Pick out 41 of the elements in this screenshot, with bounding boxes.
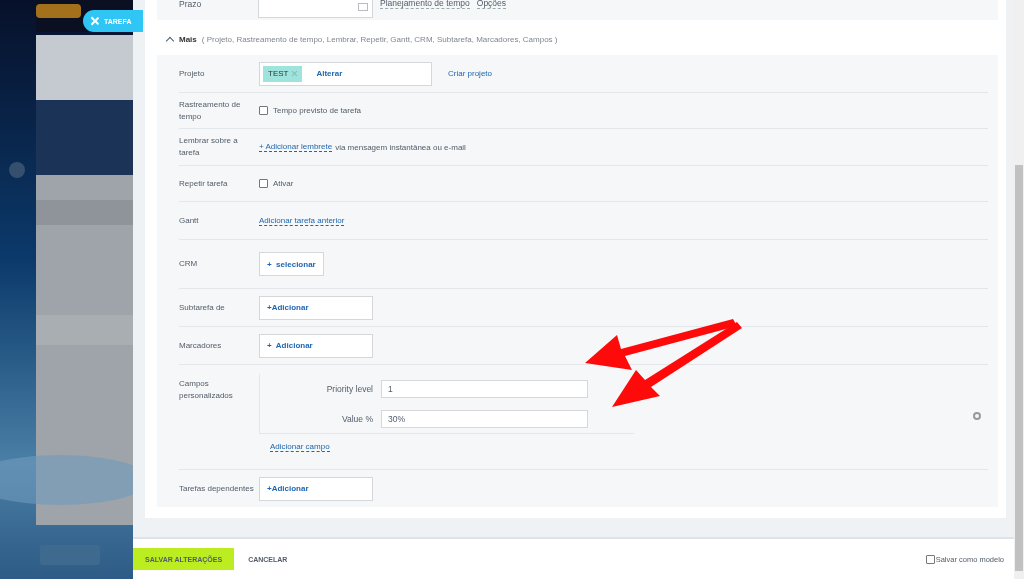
- checkbox-label: Ativar: [273, 179, 294, 188]
- change-link[interactable]: Alterar: [316, 69, 343, 78]
- custom-field-input[interactable]: 30%: [381, 409, 588, 428]
- field-label: Marcadores: [179, 339, 223, 352]
- field-label: Prazo: [178, 0, 203, 9]
- custom-field-label: Value %: [341, 413, 373, 424]
- project-tag[interactable]: TEST: [263, 65, 303, 82]
- option-link[interactable]: Opções: [476, 0, 507, 9]
- add-button[interactable]: + Adicionar: [259, 333, 373, 358]
- field-label: Projeto: [179, 67, 206, 80]
- field-label: Repetir tarefa: [179, 177, 229, 190]
- create-project-link[interactable]: Criar projeto: [448, 69, 492, 78]
- field-label: Subtarefa de: [179, 301, 226, 314]
- more-toggle[interactable]: Mais: [179, 35, 197, 44]
- checkbox[interactable]: [259, 179, 268, 188]
- checkbox[interactable]: [925, 554, 935, 564]
- add-button[interactable]: +Adicionar: [259, 295, 373, 320]
- section-summary: ( Projeto, Rastreamento de tempo, Lembrar, Repetir, Gantt, CRM, Subtarefa, Marcadores, Campos ): [201, 35, 558, 44]
- add-reminder-link[interactable]: + Adicionar lembrete: [259, 142, 333, 152]
- custom-field-label: Priority level: [326, 384, 373, 394]
- calendar-icon: [358, 3, 368, 11]
- add-field-link[interactable]: Adicionar campo: [270, 442, 330, 452]
- checkbox-label: Tempo previsto de tarefa: [273, 106, 362, 115]
- add-button[interactable]: +Adicionar: [259, 476, 373, 501]
- add-task-link[interactable]: Adicionar tarefa anterior: [259, 215, 345, 226]
- reminder-text: via mensagem instantânea ou e-mail: [335, 142, 466, 152]
- scrollbar[interactable]: [1014, 0, 1024, 579]
- custom-field-input[interactable]: 1: [381, 380, 588, 398]
- field-label: Rastreamento de tempo: [179, 98, 242, 123]
- field-label: Campos personalizados: [179, 378, 234, 402]
- select-button[interactable]: + selecionar: [259, 252, 324, 276]
- field-label: CRM: [179, 258, 199, 270]
- close-icon: [91, 17, 99, 25]
- field-label: Tarefas dependentes: [179, 482, 255, 495]
- field-label: Lembrar sobre a tarefa: [179, 135, 239, 159]
- settings-icon[interactable]: [973, 412, 981, 420]
- option-link[interactable]: Planejamento de tempo: [380, 0, 470, 9]
- project-field[interactable]: TEST Alterar: [259, 61, 432, 86]
- date-field[interactable]: [258, 0, 373, 18]
- field-label: Gantt: [179, 214, 200, 227]
- checkbox[interactable]: [259, 106, 268, 115]
